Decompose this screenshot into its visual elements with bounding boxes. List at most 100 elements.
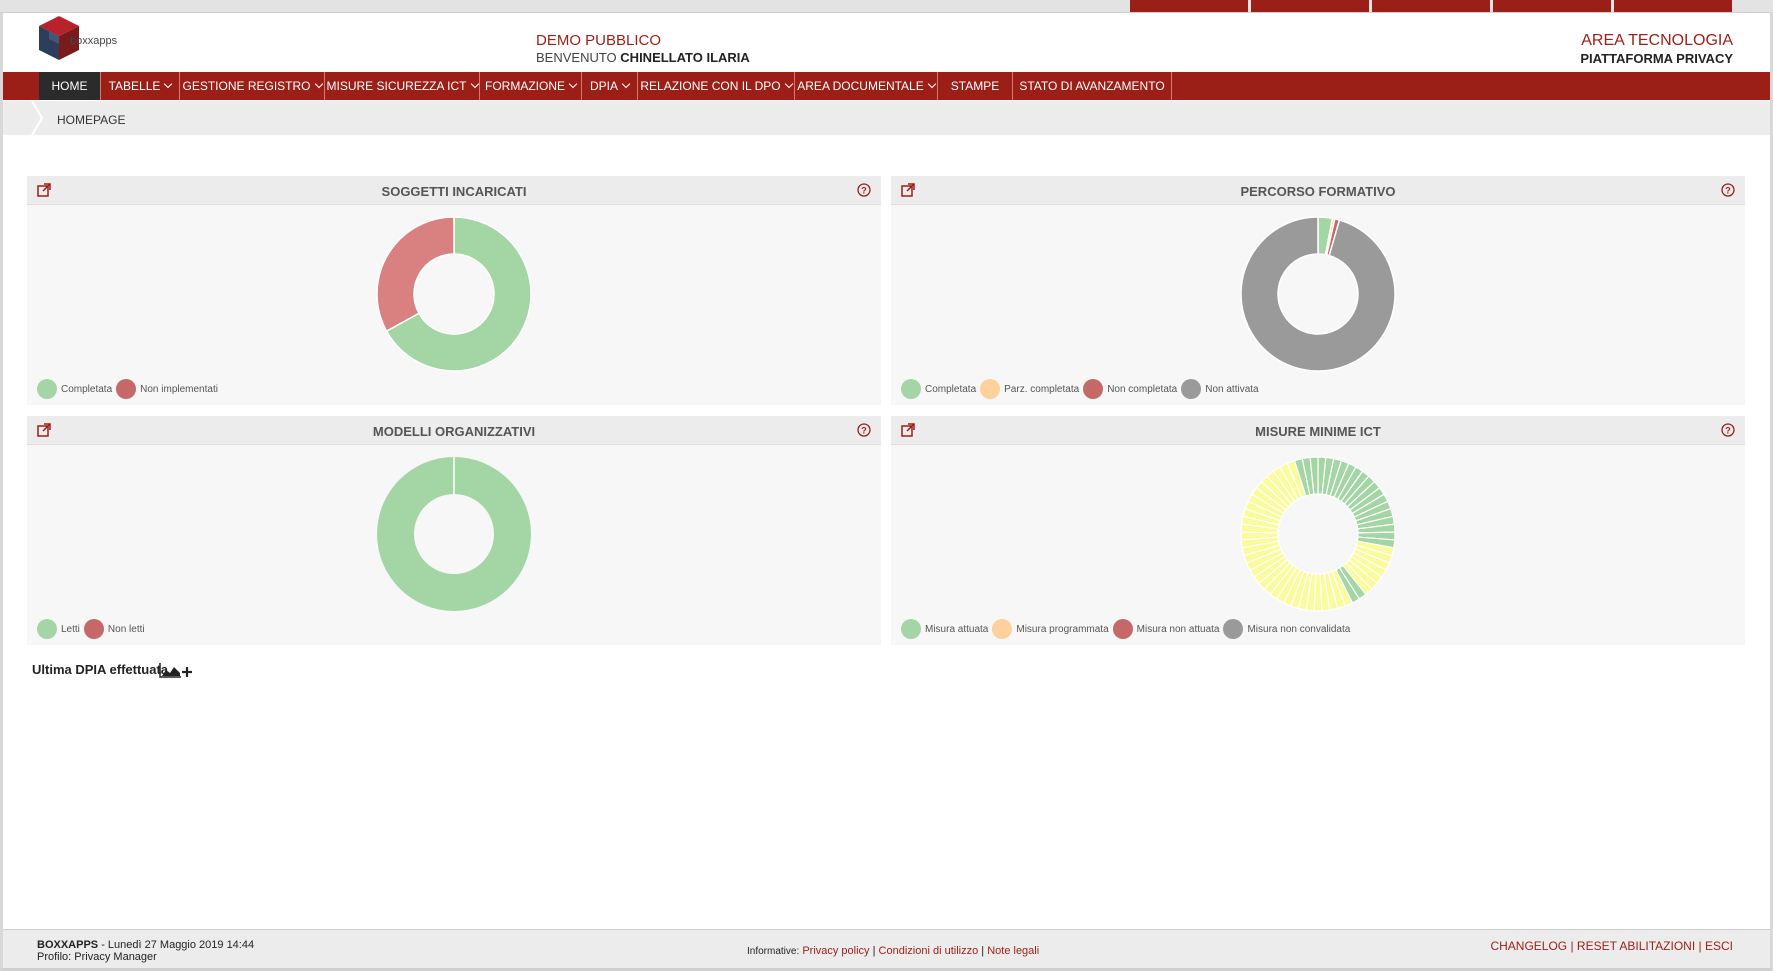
terms-link[interactable]: Condizioni di utilizzo (879, 945, 979, 957)
legend-swatch (116, 379, 137, 399)
privacy-policy-link[interactable]: Privacy policy (802, 945, 869, 957)
panel-header: SOGGETTI INCARICATI ? (27, 176, 881, 205)
area-title: AREA TECNOLOGIA (1581, 32, 1733, 49)
nav-item-misure-sicurezza-ict[interactable]: MISURE SICUREZZA ICT (325, 72, 480, 100)
chart-legend: Letti Non letti (37, 619, 149, 639)
donut-chart-modelli (377, 457, 531, 611)
footer-info: BOXXAPPS - Lunedì 27 Maggio 2019 14:44 P… (37, 939, 254, 963)
nav-item-stato-avanzamento[interactable]: STATO DI AVANZAMENTO (1013, 72, 1172, 100)
add-chart-icon[interactable] (159, 661, 195, 679)
chevron-down-icon (621, 79, 631, 89)
legend-label: Non implementati (140, 383, 218, 395)
panel-misure-minime-ict: MISURE MINIME ICT ? Misura attuata Misura… (891, 416, 1745, 645)
welcome-line: BENVENUTO CHINELLATO ILARIA (536, 50, 750, 65)
legend-item[interactable]: Non letti (83, 619, 145, 639)
legend-item[interactable]: Non implementati (116, 379, 218, 399)
help-icon[interactable]: ? (857, 183, 871, 197)
legend-label: Completata (61, 383, 113, 395)
chevron-down-icon (164, 79, 173, 89)
top-button-5[interactable] (1614, 0, 1732, 12)
legend-swatch (83, 619, 104, 639)
legend-label: Misura non convalidata (1247, 623, 1351, 635)
legend-label: Parz. completata (1004, 383, 1080, 395)
breadcrumb[interactable]: HOMEPAGE (57, 113, 125, 127)
top-strip (0, 0, 1773, 13)
donut-chart-misure-ict (1240, 456, 1396, 612)
platform-title: PIATTAFORMA PRIVACY (1580, 51, 1733, 66)
help-icon[interactable]: ? (1721, 423, 1735, 437)
panel-percorso-formativo: PERCORSO FORMATIVO ? Completata Parz. com… (891, 176, 1745, 405)
chart-legend: Completata Parz. completata Non completata… (901, 379, 1263, 399)
legend-label: Misura programmata (1016, 623, 1109, 635)
chevron-down-icon (927, 79, 936, 89)
nav-item-relazione-dpo[interactable]: RELAZIONE CON IL DPO (638, 72, 795, 100)
top-button-1[interactable] (1130, 0, 1248, 12)
demo-title: DEMO PUBBLICO (536, 32, 662, 49)
panel-title: SOGGETTI INCARICATI (381, 184, 527, 199)
changelog-link[interactable]: CHANGELOG (1490, 939, 1567, 953)
top-button-4[interactable] (1493, 0, 1611, 12)
legend-item[interactable]: Misura non convalidata (1223, 619, 1350, 639)
legend-item[interactable]: Non completata (1083, 379, 1177, 399)
nav-item-stampe[interactable]: STAMPE (938, 72, 1013, 100)
svg-text:?: ? (1725, 186, 1731, 196)
panel-header: MODELLI ORGANIZZATIVI ? (27, 416, 881, 445)
legend-item[interactable]: Parz. completata (980, 379, 1079, 399)
nav-item-area-documentale[interactable]: AREA DOCUMENTALE (795, 72, 938, 100)
top-button-2[interactable] (1251, 0, 1369, 12)
legend-item[interactable]: Completata (37, 379, 112, 399)
legend-swatch (992, 619, 1013, 639)
legend-swatch (901, 619, 921, 639)
informative-label: Informative: (747, 946, 800, 957)
donut-slice-non-attivata[interactable] (1240, 216, 1396, 372)
legend-swatch (901, 379, 921, 399)
donut-chart-percorso (1240, 216, 1396, 372)
chevron-down-icon (784, 79, 793, 89)
legend-item[interactable]: Misura programmata (992, 619, 1109, 639)
legend-item[interactable]: Letti (37, 619, 80, 639)
panel-modelli-organizzativi: MODELLI ORGANIZZATIVI ? Letti Non letti (27, 416, 881, 645)
panel-title: MODELLI ORGANIZZATIVI (372, 424, 536, 439)
nav-item-dpia[interactable]: DPIA (582, 72, 638, 100)
chevron-down-icon (470, 79, 479, 89)
legend-item[interactable]: Misura attuata (901, 619, 988, 639)
footer-profile: Profilo: Privacy Manager (37, 951, 157, 963)
top-button-3[interactable] (1372, 0, 1490, 12)
legend-label: Non letti (107, 623, 145, 635)
chart-legend: Misura attuata Misura programmata Misura n… (901, 619, 1354, 639)
legend-label: Completata (925, 383, 977, 395)
panel-title: PERCORSO FORMATIVO (1240, 184, 1396, 199)
nav-item-formazione[interactable]: FORMAZIONE (480, 72, 582, 100)
legend-swatch (1181, 379, 1202, 399)
legend-item[interactable]: Non attivata (1181, 379, 1259, 399)
help-icon[interactable]: ? (1721, 183, 1735, 197)
legal-notes-link[interactable]: Note legali (987, 945, 1039, 957)
legend-swatch (1112, 619, 1133, 639)
panel-soggetti-incaricati: SOGGETTI INCARICATI ? Completata Non impl… (27, 176, 881, 405)
legend-swatch (1223, 619, 1244, 639)
logout-link[interactable]: ESCI (1705, 939, 1733, 953)
legend-item[interactable]: Misura non attuata (1112, 619, 1219, 639)
donut-slice-non-implementati[interactable] (376, 216, 455, 333)
nav-item-tabelle[interactable]: TABELLE (101, 72, 180, 100)
footer-brand: BOXXAPPS (37, 939, 99, 951)
user-name: CHINELLATO ILARIA (620, 50, 750, 65)
breadcrumb-bar (3, 101, 1770, 135)
legend-swatch (37, 619, 57, 639)
legend-label: Non attivata (1205, 383, 1259, 395)
chevron-down-icon (568, 79, 578, 89)
svg-text:?: ? (1725, 426, 1731, 436)
legend-swatch (980, 379, 1001, 399)
chevron-down-icon (314, 79, 323, 89)
legend-item[interactable]: Completata (901, 379, 976, 399)
help-icon[interactable]: ? (857, 423, 871, 437)
welcome-prefix: BENVENUTO (536, 50, 617, 65)
nav-item-home[interactable]: HOME (39, 72, 101, 100)
nav-item-gestione-registro[interactable]: GESTIONE REGISTRO (180, 72, 325, 100)
panel-title: MISURE MINIME ICT (1255, 424, 1381, 439)
footer-actions: CHANGELOG | RESET ABILITAZIONI | ESCI (1490, 939, 1733, 953)
reset-abilitazioni-link[interactable]: RESET ABILITAZIONI (1577, 939, 1695, 953)
footer-informative: Informative: Privacy policy | Condizioni… (747, 945, 1040, 957)
legend-label: Non completata (1107, 383, 1178, 395)
logo-text: boxxapps (70, 35, 118, 47)
